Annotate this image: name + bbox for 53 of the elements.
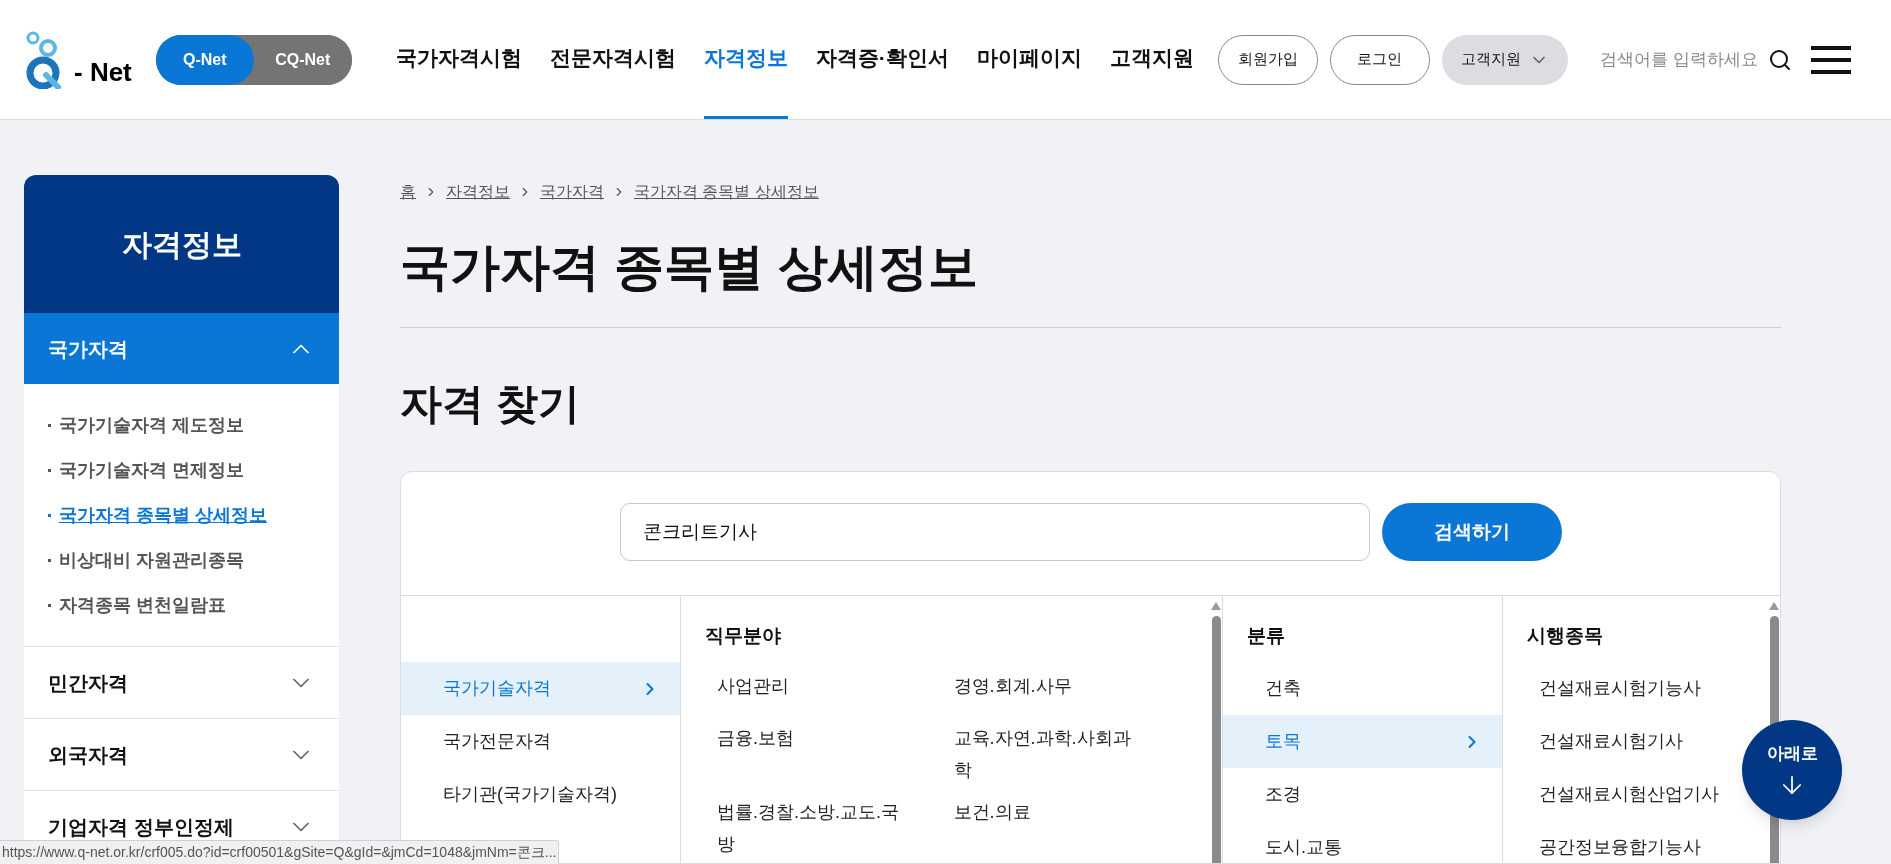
list-item[interactable]: 건설재료시험기사: [1539, 715, 1683, 768]
list-item[interactable]: 토목: [1223, 715, 1502, 768]
nav-link[interactable]: 고객지원: [1109, 0, 1194, 119]
list-item[interactable]: 도시.교통: [1223, 821, 1502, 863]
nav-link[interactable]: 마이페이지: [976, 0, 1082, 119]
sidebar-section[interactable]: 국가자격: [24, 313, 339, 384]
search-field[interactable]: 검색어를 입력하세요: [1599, 46, 1760, 73]
sidebar-link[interactable]: 국가자격 종목별 상세정보: [48, 499, 315, 531]
list-item[interactable]: 타기관(국가기술자격): [401, 768, 680, 821]
field-item[interactable]: 보건.의료: [953, 796, 1139, 860]
search-field[interactable]: 콘크리트기사: [619, 503, 1370, 561]
page-title: 국가자격 종목별 상세정보: [400, 230, 1781, 328]
menu-icon[interactable]: [1811, 44, 1851, 75]
list-item[interactable]: 조경: [1223, 768, 1502, 821]
breadcrumb-link[interactable]: 자격정보: [446, 180, 510, 204]
header-button[interactable]: 로그인: [1329, 34, 1430, 85]
breadcrumb-link[interactable]: 국가자격 종목별 상세정보: [634, 180, 819, 204]
nav-link[interactable]: 자격정보: [703, 0, 788, 119]
list-item[interactable]: 건설재료시험산업기사: [1539, 768, 1719, 821]
header-button[interactable]: 회원가입: [1217, 34, 1318, 85]
sidebar-link[interactable]: 국가기술자격 제도정보: [48, 409, 315, 441]
nav-link[interactable]: 전문자격시험: [549, 0, 676, 119]
list-item[interactable]: 공간정보융합기능사: [1539, 821, 1701, 863]
scroll-down-button[interactable]: 아래로: [1742, 720, 1842, 820]
list-item[interactable]: 건설재료시험기능사: [1539, 662, 1701, 715]
sidebar-title: 자격정보: [121, 226, 242, 263]
list-item[interactable]: 건축: [1223, 662, 1502, 715]
link-preview-tooltip: https://www.q-net.or.kr/crf005.do?id=crf00501&gSite=Q&gId=&jmCd=1048&jmNm=콘크...: [0, 840, 560, 864]
search-icon[interactable]: [1767, 47, 1792, 72]
sidebar-link[interactable]: 비상대비 자원관리종목: [48, 544, 315, 576]
breadcrumb-link[interactable]: 국가자격: [540, 180, 604, 204]
field-item[interactable]: 교육.자연.과학.사회과학: [953, 722, 1139, 786]
column-heading: 분류: [1247, 625, 1285, 646]
logo-text: - Net: [74, 58, 132, 85]
scroll-up-icon[interactable]: [1769, 602, 1779, 610]
breadcrumb-link[interactable]: 홈: [400, 180, 416, 204]
field-item[interactable]: 법률.경찰.소방.교도.국방: [717, 796, 902, 860]
list-item[interactable]: 국가기술자격: [401, 662, 680, 715]
section-title: 자격 찾기: [400, 379, 581, 429]
sidebar-link[interactable]: 자격종목 변천일람표: [48, 589, 315, 621]
column-heading: 시행종목: [1527, 625, 1603, 646]
nav-link[interactable]: 자격증·확인서: [815, 0, 949, 119]
support-dropdown[interactable]: 고객지원: [1441, 34, 1568, 85]
sidebar-link[interactable]: 국가기술자격 면제정보: [48, 454, 315, 486]
field-item[interactable]: 금융.보험: [717, 722, 902, 786]
scroll-up-icon[interactable]: [1211, 602, 1221, 610]
column-heading: 직무분야: [705, 625, 781, 646]
field-item[interactable]: 사업관리: [717, 670, 902, 712]
search-button[interactable]: 검색하기: [1381, 503, 1562, 561]
list-item[interactable]: 국가전문자격: [401, 715, 680, 768]
site-tab[interactable]: Q-Net: [155, 34, 254, 85]
field-item[interactable]: 경영.회계.사무: [953, 670, 1139, 712]
nav-link[interactable]: 국가자격시험: [395, 0, 522, 119]
